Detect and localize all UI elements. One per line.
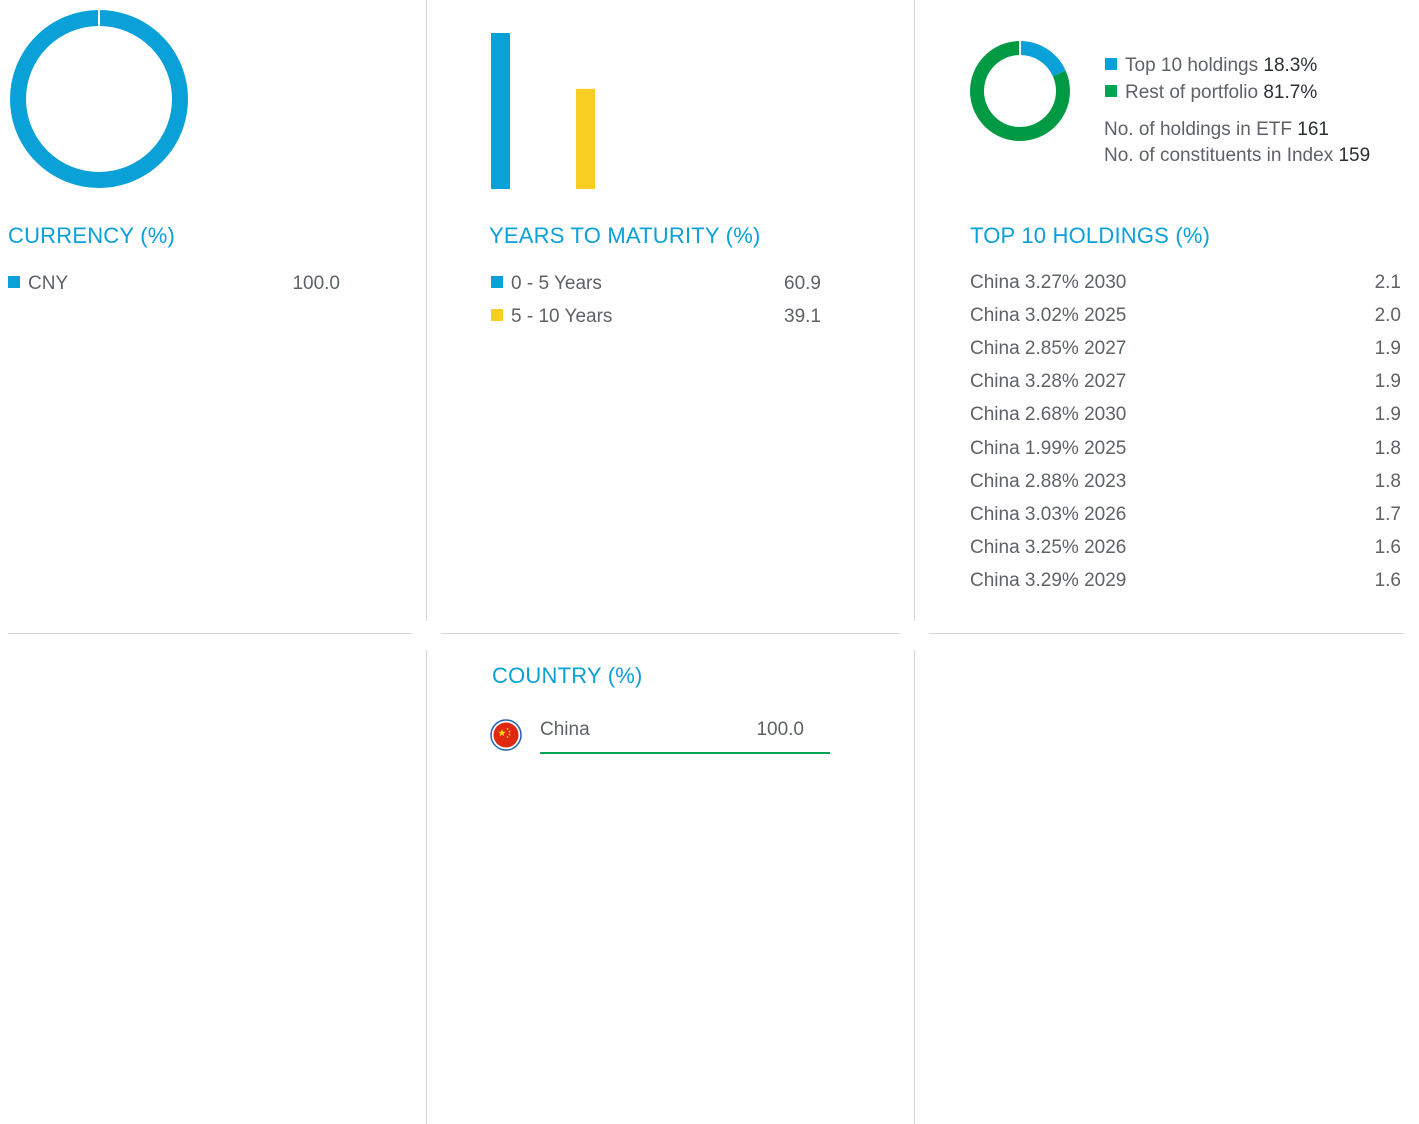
holding-name: China 3.03% 2026 bbox=[970, 503, 1127, 525]
holdings-row: China 1.99% 2025 1.8 bbox=[970, 438, 1401, 460]
legend-swatch-top10 bbox=[1105, 57, 1117, 70]
maturity-label-1: 0 - 5 Years bbox=[511, 273, 602, 294]
divider-vertical-4 bbox=[914, 650, 915, 1124]
divider-horizontal-1 bbox=[8, 633, 412, 634]
maturity-swatch-2 bbox=[491, 308, 503, 321]
holdings-row: China 3.27% 2030 2.1 bbox=[970, 272, 1401, 294]
count-etf: No. of holdings in ETF 161 bbox=[1104, 119, 1329, 140]
holdings-row: China 3.02% 2025 2.0 bbox=[970, 305, 1401, 327]
holding-value: 2.0 bbox=[1374, 305, 1401, 327]
maturity-label-2: 5 - 10 Years bbox=[511, 306, 613, 327]
holdings-row: China 3.28% 2027 1.9 bbox=[970, 371, 1401, 393]
holding-name: China 3.28% 2027 bbox=[970, 371, 1127, 393]
holdings-row: China 2.88% 2023 1.8 bbox=[970, 471, 1401, 493]
country-heading: COUNTRY (%) bbox=[492, 663, 643, 688]
currency-swatch bbox=[8, 275, 20, 288]
holding-name: China 2.68% 2030 bbox=[970, 404, 1127, 426]
holdings-donut-chart bbox=[970, 41, 1070, 141]
maturity-heading: YEARS TO MATURITY (%) bbox=[489, 223, 761, 248]
maturity-value-1: 60.9 bbox=[784, 273, 821, 294]
maturity-bar-chart bbox=[491, 33, 595, 189]
legend-item-rest: Rest of portfolio 81.7% bbox=[1105, 79, 1317, 106]
holding-value: 1.9 bbox=[1374, 338, 1401, 360]
holding-name: China 2.85% 2027 bbox=[970, 338, 1127, 360]
currency-donut-chart bbox=[10, 10, 188, 188]
country-value: 100.0 bbox=[756, 719, 804, 740]
count-index: No. of constituents in Index 159 bbox=[1104, 145, 1371, 166]
holdings-row: China 3.03% 2026 1.7 bbox=[970, 504, 1401, 526]
legend-swatch-rest bbox=[1105, 84, 1117, 97]
holdings-heading: TOP 10 HOLDINGS (%) bbox=[970, 223, 1211, 248]
legend-item-top10: Top 10 holdings 18.3% bbox=[1105, 52, 1317, 79]
divider-horizontal-2 bbox=[441, 633, 900, 634]
maturity-row-2: 5 - 10 Years 39.1 bbox=[491, 306, 821, 328]
holdings-legend: Top 10 holdings 18.3% Rest of portfolio … bbox=[1105, 52, 1317, 106]
divider-vertical-3 bbox=[426, 650, 427, 1124]
holding-name: China 3.25% 2026 bbox=[970, 536, 1127, 558]
holding-value: 1.9 bbox=[1374, 404, 1401, 426]
legend-value-rest: 81.7% bbox=[1263, 82, 1318, 103]
holdings-row: China 3.29% 2029 1.6 bbox=[970, 570, 1401, 592]
country-bar bbox=[540, 752, 830, 754]
holding-value: 1.6 bbox=[1374, 569, 1401, 591]
currency-label: CNY bbox=[28, 273, 69, 294]
maturity-bar-1 bbox=[491, 33, 510, 189]
holdings-row: China 2.85% 2027 1.9 bbox=[970, 338, 1401, 360]
holdings-counts: No. of holdings in ETF 161 No. of consti… bbox=[1104, 117, 1370, 169]
holding-name: China 3.29% 2029 bbox=[970, 569, 1127, 591]
holding-name: China 3.27% 2030 bbox=[970, 272, 1127, 293]
count-index-value: 159 bbox=[1338, 145, 1371, 166]
maturity-bar-2 bbox=[576, 88, 595, 189]
maturity-swatch-1 bbox=[491, 275, 503, 288]
holding-value: 1.8 bbox=[1374, 470, 1401, 492]
holdings-slice-1 bbox=[1019, 41, 1066, 77]
country-label: China bbox=[540, 719, 590, 740]
holding-value: 1.9 bbox=[1374, 371, 1401, 393]
holding-name: China 2.88% 2023 bbox=[970, 470, 1127, 492]
holding-value: 1.6 bbox=[1374, 536, 1401, 558]
currency-row: CNY 100.0 bbox=[8, 273, 340, 295]
holding-value: 2.1 bbox=[1374, 272, 1401, 293]
china-flag-icon bbox=[490, 719, 522, 751]
currency-value: 100.0 bbox=[292, 273, 340, 294]
count-etf-value: 161 bbox=[1297, 119, 1329, 140]
maturity-value-2: 39.1 bbox=[784, 306, 821, 327]
currency-slice-1 bbox=[10, 10, 188, 188]
divider-vertical-1 bbox=[426, 0, 427, 621]
holdings-row: China 2.68% 2030 1.9 bbox=[970, 404, 1401, 426]
holding-value: 1.7 bbox=[1374, 503, 1401, 525]
country-row: China 100.0 bbox=[540, 719, 804, 741]
holdings-row: China 3.25% 2026 1.6 bbox=[970, 537, 1401, 559]
divider-vertical-2 bbox=[914, 0, 915, 621]
holding-value: 1.8 bbox=[1374, 437, 1401, 459]
divider-horizontal-3 bbox=[929, 633, 1404, 634]
holding-name: China 1.99% 2025 bbox=[970, 437, 1127, 459]
legend-value-top10: 18.3% bbox=[1263, 55, 1318, 76]
holding-name: China 3.02% 2025 bbox=[970, 305, 1127, 327]
maturity-row-1: 0 - 5 Years 60.9 bbox=[491, 273, 821, 295]
currency-heading: CURRENCY (%) bbox=[8, 223, 176, 248]
